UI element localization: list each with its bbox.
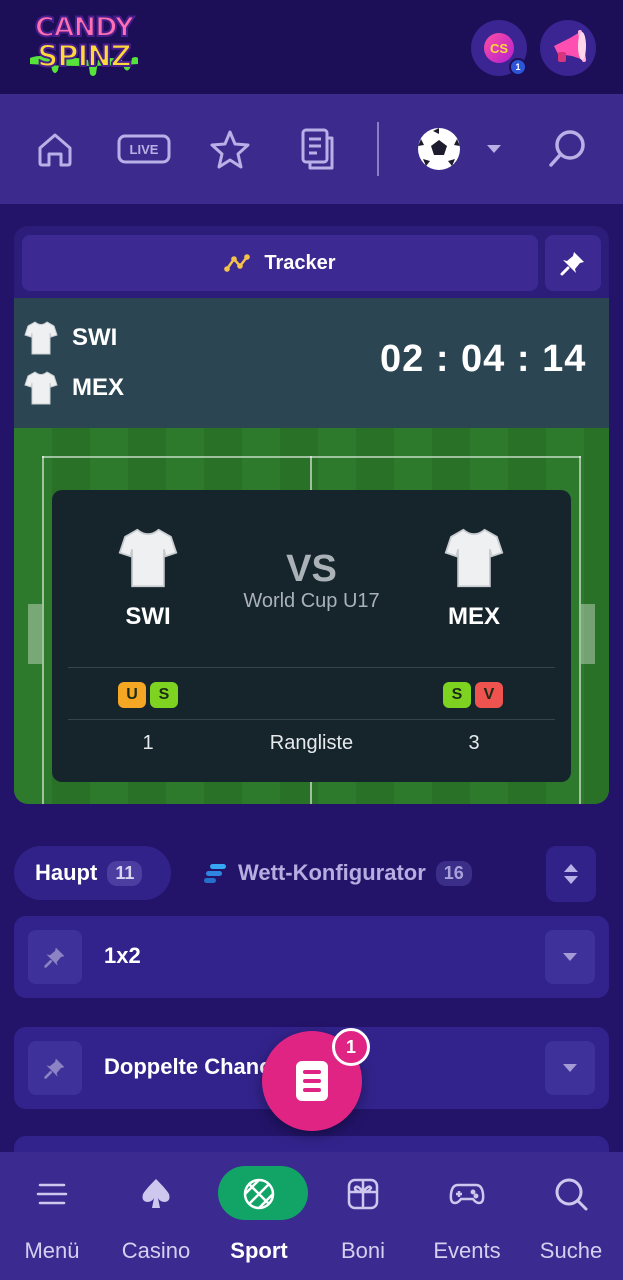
tab-main-count: 11 — [107, 860, 143, 886]
pin-icon — [560, 252, 584, 276]
shirt-icon — [24, 371, 58, 405]
pin-tracker-button[interactable] — [545, 235, 601, 291]
shirt-icon — [24, 321, 58, 355]
nav-item-bonus[interactable]: Boni — [311, 1164, 415, 1268]
nav-label: Sport — [230, 1238, 288, 1263]
gamepad-icon — [415, 1164, 519, 1224]
betslip-icon[interactable] — [293, 124, 343, 174]
home-team-name: SWI — [72, 324, 118, 351]
pitch-visualization: SWI VS World Cup U17 MEX U S S V 1 Rangl… — [14, 428, 609, 804]
avatar-badge: 1 — [509, 58, 527, 76]
avatar: CS — [484, 33, 514, 63]
nav-divider — [377, 122, 379, 176]
home-team-block: SWI — [98, 526, 198, 631]
tab-bet-builder-label: Wett-Konfigurator — [238, 860, 426, 885]
basketball-icon — [207, 1164, 311, 1224]
tracker-button[interactable]: Tracker — [22, 235, 538, 291]
megaphone-icon — [554, 30, 586, 62]
pin-market-button[interactable] — [28, 930, 82, 984]
soccer-ball-icon[interactable] — [414, 124, 464, 174]
nav-item-sport[interactable]: Sport — [207, 1164, 311, 1268]
nav-label: Events — [433, 1238, 501, 1263]
expand-market-button[interactable] — [545, 930, 595, 984]
divider — [68, 719, 555, 720]
home-rank: 1 — [142, 732, 154, 754]
tab-main-label: Haupt — [35, 860, 98, 885]
tab-bet-builder-count: 16 — [435, 860, 472, 886]
collapse-all-button[interactable] — [546, 846, 596, 902]
bet-builder-icon — [204, 864, 226, 883]
pin-icon — [44, 947, 65, 968]
live-icon[interactable]: LIVE — [117, 124, 171, 174]
home-team-row: SWI — [24, 318, 117, 358]
betslip-icon — [296, 1061, 328, 1101]
away-team-code: MEX — [447, 603, 500, 630]
chevron-down-icon[interactable] — [470, 124, 518, 174]
shirt-icon — [444, 528, 504, 588]
form-badge: V — [475, 682, 503, 708]
top-header: CANDY SPINZ CS 1 — [0, 0, 623, 94]
away-team-row: MEX — [24, 368, 124, 408]
home-team-code: SWI — [125, 603, 171, 630]
promotions-button[interactable] — [540, 20, 596, 76]
search-icon — [519, 1164, 623, 1224]
nav-label: Menü — [24, 1238, 80, 1263]
bottom-navigation: Menü Casino Sport Boni Events Suche — [0, 1152, 623, 1280]
expand-market-button[interactable] — [545, 1041, 595, 1095]
star-icon[interactable] — [205, 124, 255, 174]
home-form: U S — [118, 682, 178, 708]
match-tracker-card: Tracker SWI MEX 02 : 04 : 14 SWI VS Worl… — [14, 226, 609, 804]
market-tabs: Haupt 11 Wett-Konfigurator 16 — [14, 846, 544, 902]
chevron-down-icon — [563, 953, 577, 961]
market-title: 1x2 — [104, 943, 141, 968]
match-info-box: SWI VS World Cup U17 MEX U S S V 1 Rangl… — [52, 490, 571, 782]
away-team-name: MEX — [72, 374, 125, 401]
user-avatar-button[interactable]: CS 1 — [471, 20, 527, 76]
nav-item-search[interactable]: Suche — [519, 1164, 623, 1268]
divider — [68, 667, 555, 668]
nav-item-events[interactable]: Events — [415, 1164, 519, 1268]
spade-icon — [104, 1164, 208, 1224]
shirt-icon — [118, 528, 178, 588]
form-badge: U — [118, 682, 146, 708]
away-team-block: MEX — [424, 526, 524, 631]
home-icon[interactable] — [30, 124, 80, 174]
tab-main[interactable]: Haupt 11 — [14, 846, 171, 900]
ranking-label: Rangliste — [269, 732, 354, 754]
pin-market-button[interactable] — [28, 1041, 82, 1095]
betslip-count-badge: 1 — [332, 1028, 370, 1066]
menu-icon — [0, 1164, 104, 1224]
gift-icon — [311, 1164, 415, 1224]
nav-item-menu[interactable]: Menü — [0, 1164, 104, 1268]
sport-navigation-bar: LIVE — [0, 94, 623, 204]
nav-label: Boni — [340, 1238, 386, 1263]
form-badge: S — [150, 682, 178, 708]
tracker-label: Tracker — [264, 251, 336, 274]
away-form: S V — [443, 682, 503, 708]
market-1x2[interactable]: 1x2 — [14, 916, 609, 998]
nav-label: Suche — [539, 1238, 603, 1263]
nav-item-casino[interactable]: Casino — [104, 1164, 208, 1268]
form-badge: S — [443, 682, 471, 708]
pin-icon — [44, 1058, 65, 1079]
logo-line-2: SPINZ — [36, 38, 132, 74]
vs-label: VS — [286, 548, 337, 590]
away-rank: 3 — [468, 732, 480, 754]
match-countdown: 02 : 04 : 14 — [380, 338, 587, 380]
search-icon[interactable] — [542, 124, 592, 174]
tracker-icon — [224, 254, 251, 272]
market-title: Doppelte Chance — [104, 1054, 284, 1079]
expand-collapse-icon — [564, 864, 578, 884]
chevron-down-icon — [563, 1064, 577, 1072]
tab-bet-builder[interactable]: Wett-Konfigurator 16 — [204, 846, 472, 900]
candy-spinz-logo[interactable]: CANDY SPINZ — [26, 11, 142, 78]
scoreboard: SWI MEX 02 : 04 : 14 — [14, 298, 609, 428]
competition-name: World Cup U17 — [243, 590, 380, 612]
nav-label: Casino — [121, 1238, 191, 1263]
live-label: LIVE — [130, 142, 159, 157]
